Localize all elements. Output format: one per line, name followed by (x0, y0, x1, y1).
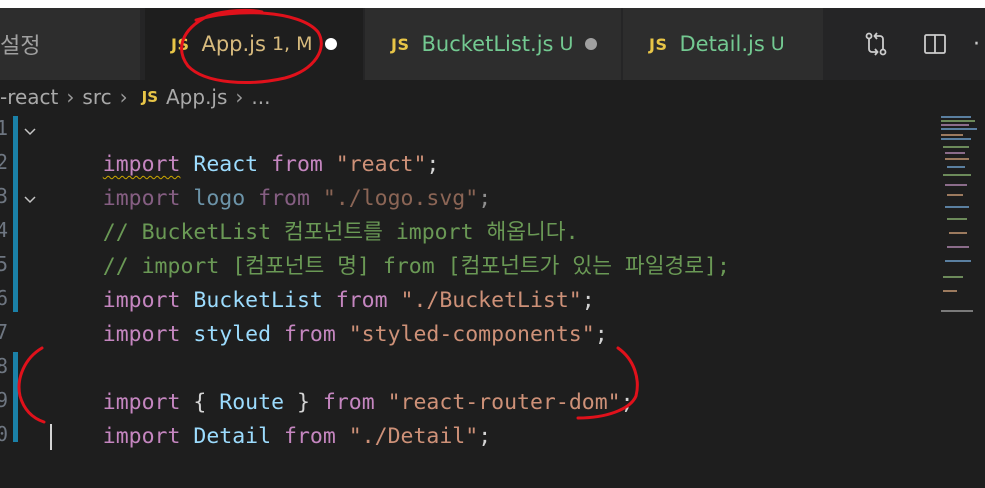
more-actions-icon[interactable]: · (970, 26, 985, 62)
token-punctuation: ; (594, 322, 608, 347)
minimap-line (943, 146, 969, 148)
fold-chevron-down-icon[interactable] (22, 123, 38, 139)
tab-bucketlist-js[interactable]: JS BucketList.js U (365, 8, 621, 80)
minimap-line (941, 134, 963, 136)
minimap-line (947, 246, 969, 248)
tab-previous-label: 설정 (0, 34, 41, 59)
split-editor-icon[interactable] (917, 26, 953, 62)
token-identifier: styled (180, 322, 285, 347)
code-line-3: // BucketList 컴포넌트를 import 해옵니다. (51, 182, 579, 245)
line-number: 4 (0, 218, 8, 242)
code-line-4: // import [컴포넌트 명] from [컴포넌트가 있는 파일경로]; (51, 216, 730, 279)
token-identifier: Detail (180, 424, 285, 449)
minimap-line (945, 184, 967, 186)
tab-bucketlist-js-label: BucketList.js (421, 32, 554, 56)
minimap-line (947, 194, 963, 196)
git-modified-bar[interactable] (13, 116, 18, 312)
minimap-line (943, 174, 971, 176)
fold-chevron-down-icon[interactable] (22, 191, 38, 207)
line-number: 5 (0, 252, 8, 276)
minimap-line (947, 218, 967, 220)
minimap-line (943, 290, 957, 292)
code-line-2: import logo from "./logo.svg"; (51, 148, 491, 211)
minimap-line (947, 166, 965, 168)
token-keyword: import (102, 424, 181, 449)
tab-bucketlist-js-status: U (559, 33, 574, 55)
line-number: 2 (0, 150, 8, 174)
breadcrumb-more[interactable]: ... (251, 85, 270, 109)
line-number: 9 (0, 388, 8, 412)
breadcrumb-root[interactable]: -react (0, 85, 58, 109)
token-keyword: import (102, 322, 181, 347)
minimap-line (949, 232, 967, 234)
minimap-line (945, 152, 965, 154)
line-number: 1 (0, 116, 8, 140)
token-string: "./Detail" (335, 424, 479, 449)
breadcrumb: -react › src › JS App.js › ... (0, 80, 985, 114)
window-top-strip (0, 0, 985, 8)
minimap-line (941, 128, 977, 130)
editor-tab-bar: 설정 JS App.js 1, M JS BucketList.js U JS … (0, 8, 985, 80)
tab-detail-js-label: Detail.js (679, 32, 765, 56)
tab-app-js-status: 1, M (271, 33, 313, 55)
minimap-line (941, 116, 971, 118)
minimap-line (943, 276, 963, 278)
token-keyword: from (284, 322, 336, 347)
minimap-line (941, 124, 969, 126)
code-line-8: import { Route } from "react-router-dom"… (51, 352, 634, 415)
tab-detail-js[interactable]: JS Detail.js U (623, 8, 823, 80)
javascript-file-icon: JS (649, 34, 668, 54)
breadcrumb-file[interactable]: App.js (166, 85, 227, 109)
javascript-file-icon: JS (141, 88, 158, 106)
minimap-line (941, 138, 971, 140)
token-string: "styled-components" (335, 322, 595, 347)
chevron-right-icon: › (66, 85, 75, 109)
unsaved-dot-icon[interactable] (324, 38, 337, 50)
unsaved-dot-icon[interactable] (585, 38, 598, 50)
code-editor[interactable]: 1 2 3 4 5 6 7 8 9 0 import React from "r… (0, 114, 935, 450)
code-line-5: import BucketList from "./BucketList"; (51, 250, 595, 313)
code-line-1: import React from "react"; (51, 114, 440, 177)
chevron-right-icon: › (235, 85, 244, 109)
breadcrumb-src[interactable]: src (82, 85, 111, 109)
code-line-6: import styled from "styled-components"; (51, 284, 608, 347)
git-added-bar[interactable] (13, 352, 18, 442)
token-punctuation: ; (620, 390, 634, 415)
tab-detail-js-status: U (770, 33, 785, 55)
token-keyword: from (284, 424, 336, 449)
line-number: 3 (0, 184, 8, 208)
minimap-line (941, 120, 975, 122)
token-punctuation: ; (478, 424, 492, 449)
minimap-line (945, 206, 969, 208)
code-line-9: import Detail from "./Detail"; (51, 386, 491, 449)
minimap-line (945, 260, 971, 262)
tab-app-js[interactable]: JS App.js 1, M (145, 8, 363, 80)
minimap[interactable] (935, 114, 985, 442)
minimap-line (945, 158, 969, 160)
line-number: 8 (0, 354, 8, 378)
javascript-file-icon: JS (171, 34, 190, 54)
text-cursor (50, 424, 52, 450)
minimap-line (941, 310, 973, 312)
line-number: 6 (0, 286, 8, 310)
line-number: 0 (0, 422, 8, 446)
source-control-compare-icon[interactable] (858, 26, 894, 62)
chevron-right-icon: › (119, 85, 128, 109)
tab-app-js-label: App.js (201, 32, 266, 56)
line-number: 7 (0, 320, 8, 344)
javascript-file-icon: JS (391, 34, 410, 54)
tab-previous[interactable]: 설정 (0, 8, 140, 80)
